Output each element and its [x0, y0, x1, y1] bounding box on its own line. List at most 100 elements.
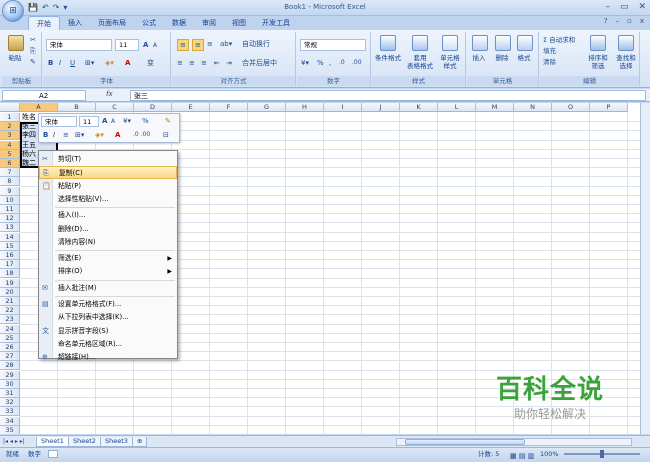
row-header-11[interactable]: 11 — [0, 205, 20, 214]
select-all-corner[interactable] — [0, 103, 20, 112]
macro-record-icon[interactable] — [48, 450, 58, 458]
tab-3[interactable]: 公式 — [134, 16, 164, 30]
align-middle-icon[interactable]: ≡ — [192, 39, 204, 51]
minimize-button[interactable]: – — [605, 2, 610, 12]
row-header-9[interactable]: 9 — [0, 186, 20, 196]
cell-styles-icon[interactable] — [442, 35, 458, 51]
sort-filter-button[interactable]: 排序和 筛选 — [584, 54, 612, 70]
row-header-17[interactable]: 17 — [0, 260, 20, 270]
row-header-1[interactable]: 1 — [0, 113, 20, 122]
row-header-31[interactable]: 31 — [0, 389, 20, 398]
row-header-26[interactable]: 26 — [0, 343, 20, 352]
column-header-C[interactable]: C — [96, 103, 134, 112]
context-menu-item-5[interactable]: 插入(I)... — [39, 209, 177, 222]
mini-font-select[interactable]: 宋体 — [41, 116, 77, 127]
find-select-button[interactable]: 查找和 选择 — [612, 54, 640, 70]
column-header-E[interactable]: E — [172, 103, 210, 112]
mini-border-icon[interactable]: ⊞▾ — [75, 130, 84, 140]
context-menu-item-9[interactable]: 筛选(E) ▶ — [39, 252, 177, 265]
row-header-33[interactable]: 33 — [0, 407, 20, 417]
row-header-7[interactable]: 7 — [0, 168, 20, 178]
percent-button[interactable]: % — [317, 58, 324, 68]
row-header-5[interactable]: 5 — [0, 149, 20, 159]
row-header-6[interactable]: 6 — [0, 159, 20, 168]
column-header-G[interactable]: G — [248, 103, 286, 112]
context-menu-item-10[interactable]: 排序(O) ▶ — [39, 265, 177, 278]
font-name-select[interactable]: 宋体 — [46, 39, 112, 51]
format-cells-icon[interactable] — [517, 35, 533, 51]
context-menu-item-14[interactable]: 设置单元格格式(F)... ▤ — [39, 298, 177, 311]
align-left-icon[interactable]: ≡ — [177, 58, 183, 68]
zoom-level[interactable]: 100% — [540, 448, 559, 460]
tab-5[interactable]: 审阅 — [194, 16, 224, 30]
orientation-icon[interactable]: ab▾ — [220, 39, 232, 49]
column-header-H[interactable]: H — [286, 103, 324, 112]
fill-button[interactable]: 填充 — [543, 46, 556, 56]
vertical-scrollbar[interactable] — [640, 103, 650, 434]
delete-cells-button[interactable]: 删除 — [492, 54, 512, 62]
context-menu-item-3[interactable]: 选择性粘贴(V)... — [39, 193, 177, 206]
increase-indent-icon[interactable]: ⇥ — [226, 58, 232, 68]
row-header-4[interactable]: 4 — [0, 140, 20, 150]
mini-size-select[interactable]: 11 — [79, 116, 99, 127]
align-right-icon[interactable]: ≡ — [201, 58, 207, 68]
mini-format-painter-icon[interactable]: ✎ — [165, 116, 171, 126]
wrap-text-button[interactable]: 自动换行 — [242, 39, 270, 49]
autosum-button[interactable]: Σ 自动求和 — [543, 35, 575, 45]
row-header-29[interactable]: 29 — [0, 370, 20, 380]
find-select-icon[interactable] — [618, 35, 634, 51]
cut-icon[interactable]: ✂ — [30, 35, 36, 45]
conditional-format-icon[interactable] — [380, 35, 396, 51]
sheet-tab-1[interactable]: Sheet1 — [36, 437, 69, 447]
insert-function-icon[interactable]: fx — [106, 90, 113, 98]
row-header-10[interactable]: 10 — [0, 195, 20, 205]
restore-button[interactable]: ▭ — [620, 2, 629, 12]
align-top-icon[interactable]: ≡ — [177, 39, 189, 51]
mini-italic-button[interactable]: I — [53, 130, 55, 140]
row-header-27[interactable]: 27 — [0, 352, 20, 362]
workbook-minimize-button[interactable]: – — [616, 17, 620, 25]
help-icon[interactable]: ? — [604, 17, 608, 25]
fill-color-icon[interactable]: ◈▾ — [105, 58, 114, 68]
copy-icon[interactable]: ⎘ — [30, 46, 36, 56]
column-header-I[interactable]: I — [324, 103, 362, 112]
row-header-8[interactable]: 8 — [0, 177, 20, 187]
tab-0[interactable]: 开始 — [28, 16, 60, 30]
name-box[interactable]: A2 — [2, 90, 86, 101]
align-bottom-icon[interactable]: ≡ — [207, 39, 213, 49]
italic-button[interactable]: I — [59, 58, 61, 68]
column-header-M[interactable]: M — [476, 103, 514, 112]
grow-font-icon[interactable]: A — [143, 40, 148, 50]
decrease-decimal-button[interactable]: .00 — [352, 58, 362, 68]
column-header-K[interactable]: K — [400, 103, 438, 112]
close-button[interactable]: ✕ — [638, 2, 646, 12]
row-header-34[interactable]: 34 — [0, 416, 20, 426]
row-header-24[interactable]: 24 — [0, 324, 20, 334]
workbook-restore-button[interactable]: ▫ — [627, 17, 632, 25]
sheet-tab-3[interactable]: Sheet3 — [100, 437, 133, 447]
clear-button[interactable]: 清除 — [543, 57, 556, 67]
increase-decimal-button[interactable]: .0 — [339, 58, 345, 68]
zoom-slider-thumb[interactable] — [600, 450, 604, 458]
insert-cells-button[interactable]: 插入 — [469, 54, 489, 62]
context-menu-item-16[interactable]: 显示拼音字段(S) 文 — [39, 325, 177, 338]
context-menu-item-0[interactable]: 剪切(T) ✂ — [39, 153, 177, 166]
row-header-20[interactable]: 20 — [0, 287, 20, 297]
row-header-15[interactable]: 15 — [0, 241, 20, 251]
decrease-indent-icon[interactable]: ⇤ — [214, 58, 220, 68]
tab-7[interactable]: 开发工具 — [254, 16, 298, 30]
merge-center-button[interactable]: 合并后居中 — [242, 58, 277, 68]
phonetic-icon[interactable]: 变 — [147, 58, 154, 68]
row-header-23[interactable]: 23 — [0, 315, 20, 325]
comma-button[interactable]: , — [329, 58, 331, 68]
column-header-L[interactable]: L — [438, 103, 476, 112]
row-header-28[interactable]: 28 — [0, 361, 20, 371]
insert-cells-icon[interactable] — [472, 35, 488, 51]
row-header-21[interactable]: 21 — [0, 297, 20, 306]
font-size-select[interactable]: 11 — [115, 39, 139, 51]
format-as-table-button[interactable]: 套用 表格格式 — [404, 54, 436, 70]
horizontal-scrollbar[interactable] — [396, 438, 632, 446]
row-header-2[interactable]: 2 — [0, 122, 20, 132]
conditional-format-button[interactable]: 条件格式 — [373, 54, 403, 62]
underline-button[interactable]: U — [70, 58, 75, 68]
